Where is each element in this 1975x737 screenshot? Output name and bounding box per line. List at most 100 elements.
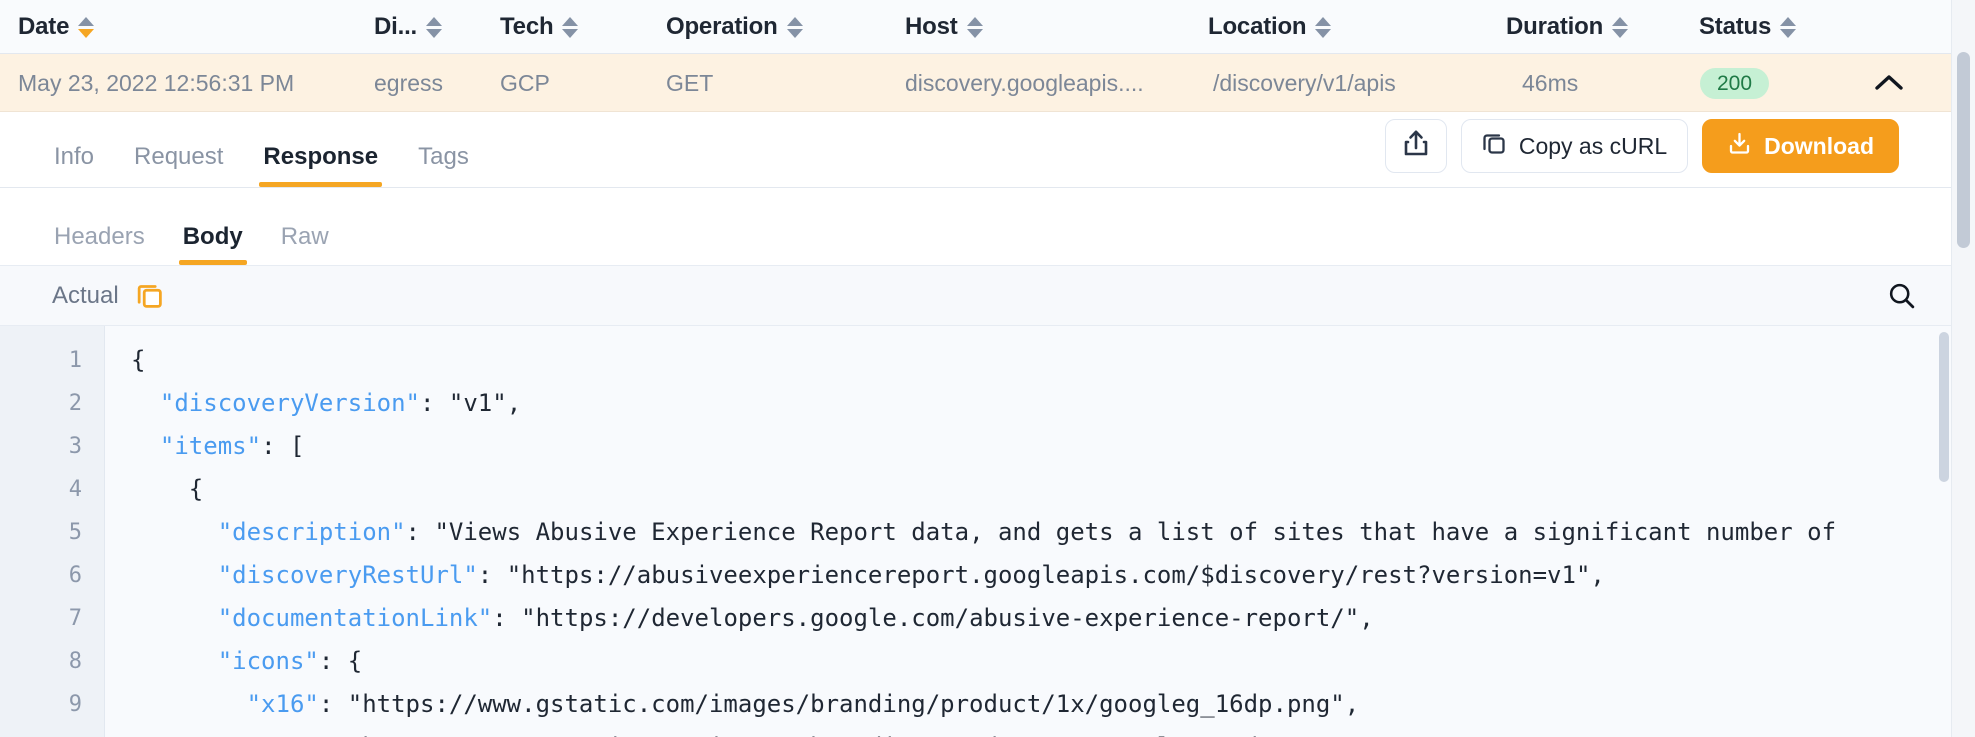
cell-status: 200 (1700, 54, 1770, 112)
response-subtabs: Headers Body Raw (0, 188, 1951, 266)
search-icon[interactable] (1887, 281, 1917, 311)
json-value: : "v1", (420, 389, 522, 417)
copy-body-icon[interactable] (135, 281, 165, 311)
code-line: "x32": "https://www.gstatic.com/images/b… (131, 726, 1951, 737)
code-line: "description": "Views Abusive Experience… (131, 511, 1951, 554)
json-key: "x32" (247, 733, 319, 737)
json-key: "discoveryRestUrl" (217, 561, 478, 589)
sort-toggle-icon[interactable] (966, 16, 983, 38)
cell-host: discovery.googleapis.... (905, 69, 1144, 96)
code-line: "icons": { (131, 640, 1951, 683)
tab-tags[interactable]: Tags (416, 143, 471, 187)
column-header-label: Tech (500, 13, 554, 40)
json-value: : "https://developers.google.com/abusive… (492, 604, 1374, 632)
json-key: "items" (159, 432, 262, 460)
json-value: : [ (261, 432, 305, 460)
line-number: 8 (68, 649, 82, 674)
page-scrollbar-thumb[interactable] (1957, 52, 1970, 248)
column-header-host[interactable]: Host (905, 0, 983, 54)
share-icon (1403, 129, 1429, 163)
copy-icon (1482, 131, 1507, 162)
line-number: 1 (68, 348, 82, 373)
column-header-operation[interactable]: Operation (666, 0, 803, 54)
line-number: 2 (68, 391, 82, 416)
json-punctuation: { (131, 346, 146, 374)
page-vertical-scrollbar[interactable] (1951, 0, 1975, 737)
share-button[interactable] (1384, 119, 1447, 173)
column-header-label: Host (905, 13, 958, 40)
subtab-body[interactable]: Body (178, 223, 247, 265)
tab-response[interactable]: Response (259, 143, 382, 187)
code-scrollbar-thumb[interactable] (1939, 332, 1949, 482)
column-header-location[interactable]: Location (1208, 0, 1332, 54)
cell-duration: 46ms (1522, 69, 1579, 96)
code-line: "discoveryVersion": "v1", (131, 382, 1951, 425)
json-value: : "https://www.gstatic.com/images/brandi… (318, 690, 1360, 718)
json-key: "icons" (217, 647, 319, 675)
column-header-tech[interactable]: Tech (500, 0, 579, 54)
code-line: "x16": "https://www.gstatic.com/images/b… (131, 683, 1951, 726)
sort-toggle-icon[interactable] (562, 16, 579, 38)
subtab-headers[interactable]: Headers (52, 223, 147, 265)
copy-as-curl-button[interactable]: Copy as cURL (1460, 119, 1689, 173)
code-line: { (131, 468, 1951, 511)
cell-direction: egress (374, 69, 444, 96)
collapse-row-chevron-up-icon[interactable] (1865, 54, 1913, 112)
table-row[interactable]: 200 46ms/discovery/v1/apis discovery.googl… (0, 54, 1951, 112)
sort-toggle-icon[interactable] (1780, 16, 1797, 38)
json-value: : "https://abusiveexperiencereport.googl… (477, 561, 1605, 589)
tab-request[interactable]: Request (132, 143, 225, 187)
column-header-label: Date (18, 13, 70, 40)
actual-label: Actual (52, 281, 119, 309)
code-line: "discoveryRestUrl": "https://abusiveexpe… (131, 554, 1951, 597)
subtab-raw[interactable]: Raw (279, 223, 331, 265)
download-button[interactable]: Download (1702, 119, 1899, 173)
column-header-status[interactable]: Status (1699, 0, 1797, 54)
cell-tech: GCP (500, 69, 550, 96)
column-header-label: Di... (374, 13, 418, 40)
column-header-label: Location (1208, 13, 1307, 40)
column-header-label: Duration (1506, 13, 1604, 40)
json-key: "discoveryVersion" (159, 389, 420, 417)
detail-tabs: Info Request Response Tags Copy as cURL … (0, 112, 1951, 188)
sort-toggle-icon[interactable] (1612, 16, 1629, 38)
code-vertical-scrollbar[interactable] (1937, 326, 1951, 737)
column-header-duration[interactable]: Duration (1506, 0, 1629, 54)
line-number: 9 (68, 692, 82, 717)
line-number: 6 (68, 563, 82, 588)
copy-as-curl-label: Copy as cURL (1518, 132, 1668, 159)
table-header-row: Date Di... Tech Operation Host Location Durati… (0, 0, 1951, 54)
json-punctuation: { (188, 475, 204, 503)
json-key: "x16" (246, 690, 319, 718)
tab-info[interactable]: Info (52, 143, 96, 187)
column-header-label: Operation (666, 13, 778, 40)
sort-toggle-icon[interactable] (786, 16, 803, 38)
json-code-content[interactable]: { "discoveryVersion": "v1", "items": [ {… (105, 326, 1951, 737)
download-label: Download (1764, 132, 1874, 159)
column-header-di[interactable]: Di... (374, 0, 443, 54)
code-line: "items": [ (131, 425, 1951, 468)
sort-toggle-icon[interactable] (426, 16, 443, 38)
detail-action-buttons: Copy as cURL Download (1384, 119, 1899, 173)
detail-panel: Info Request Response Tags Copy as cURL … (0, 112, 1951, 737)
body-toolbar: Actual (0, 266, 1951, 326)
code-line: "documentationLink": "https://developers… (131, 597, 1951, 640)
download-icon (1727, 131, 1752, 162)
column-header-label: Status (1699, 13, 1772, 40)
network-request-detail-view: Date Di... Tech Operation Host Location Durati… (0, 0, 1975, 737)
line-number: 4 (68, 477, 82, 502)
cell-location: /discovery/v1/apis (1213, 69, 1396, 96)
line-number: 3 (68, 434, 82, 459)
line-number: 5 (68, 520, 82, 545)
json-body-viewer[interactable]: 1 2 3 4 5 6 7 8 9 10 { "discoveryVersion": "v1", … (0, 326, 1951, 737)
line-number: 7 (68, 606, 82, 631)
cell-operation: GET (666, 69, 714, 96)
sort-toggle-icon[interactable] (1315, 16, 1332, 38)
json-key: "description" (217, 518, 406, 546)
line-number: 10 (0, 726, 104, 737)
json-key: "documentationLink" (217, 604, 493, 632)
code-line: { (131, 339, 1951, 382)
sort-toggle-icon[interactable] (78, 16, 95, 38)
column-header-date[interactable]: Date (18, 0, 95, 54)
status-badge: 200 (1700, 67, 1770, 99)
